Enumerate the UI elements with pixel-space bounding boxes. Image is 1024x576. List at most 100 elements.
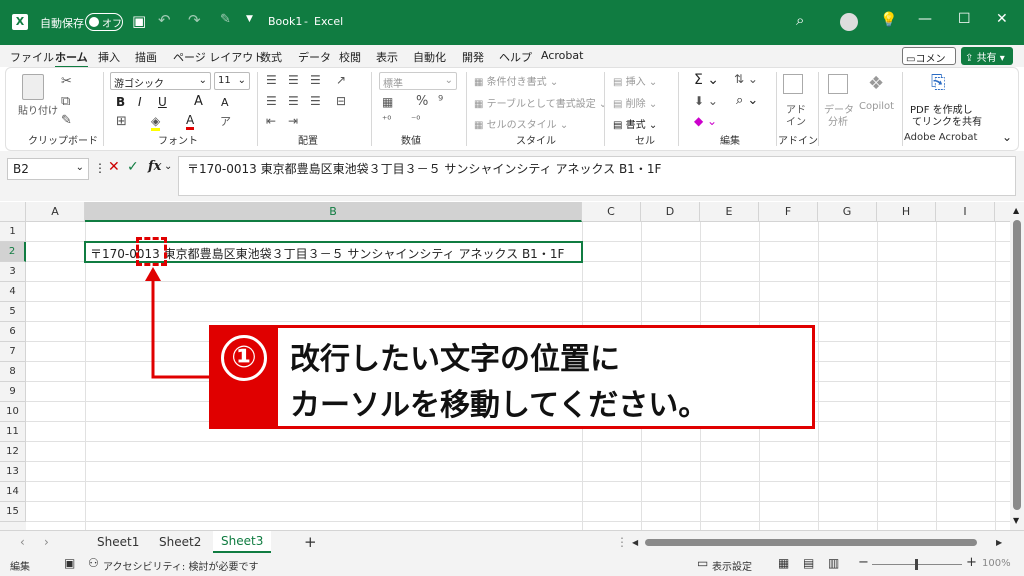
- select-all-corner[interactable]: [0, 202, 26, 222]
- add-sheet-button[interactable]: +: [304, 533, 317, 551]
- undo-icon[interactable]: ↶: [158, 11, 171, 29]
- tab-insert[interactable]: 挿入: [98, 49, 120, 65]
- decrease-decimal-icon[interactable]: ⁻⁰: [411, 115, 420, 126]
- align-middle-icon[interactable]: ☰: [288, 73, 299, 87]
- indent-decrease-icon[interactable]: ⇤: [266, 114, 276, 128]
- column-header-h[interactable]: H: [877, 202, 936, 222]
- column-header-a[interactable]: A: [26, 202, 85, 222]
- cell-style-button[interactable]: ▦ セルのスタイル ⌄: [474, 116, 568, 131]
- fill-icon[interactable]: ⬇ ⌄: [694, 94, 718, 108]
- zoom-out-icon[interactable]: −: [858, 555, 869, 570]
- avatar[interactable]: [840, 13, 858, 31]
- customize-qa-icon[interactable]: ▼: [246, 14, 253, 24]
- align-bottom-icon[interactable]: ☰: [310, 73, 321, 87]
- underline-button[interactable]: U: [158, 95, 167, 109]
- insert-function-chevron-icon[interactable]: ⌄: [164, 161, 172, 172]
- display-settings-icon[interactable]: ▭: [697, 556, 708, 570]
- horizontal-scrollbar[interactable]: [645, 539, 977, 546]
- row-header[interactable]: 10: [0, 402, 26, 422]
- ribbon-collapse-icon[interactable]: ⌄: [1002, 130, 1012, 144]
- accessibility-status[interactable]: アクセシビリティ: 検討が必要です: [103, 558, 258, 573]
- copilot-icon[interactable]: ❖: [868, 73, 884, 94]
- zoom-slider[interactable]: [872, 559, 962, 570]
- zoom-in-icon[interactable]: +: [966, 555, 977, 570]
- scroll-thumb[interactable]: [1013, 220, 1021, 510]
- format-painter-qa-icon[interactable]: ✎: [220, 12, 231, 27]
- save-icon[interactable]: ▣: [132, 12, 146, 30]
- comma-icon[interactable]: ⁹: [438, 94, 443, 109]
- redo-icon[interactable]: ↷: [188, 11, 201, 29]
- row-header[interactable]: 13: [0, 462, 26, 482]
- zoom-level[interactable]: 100%: [982, 558, 1011, 569]
- insert-cells-button[interactable]: ▤ 挿入 ⌄: [613, 73, 657, 88]
- row-header[interactable]: 2: [0, 242, 26, 262]
- insert-function-icon[interactable]: fx: [148, 159, 161, 174]
- minimize-icon[interactable]: —: [918, 11, 932, 27]
- next-sheet-icon[interactable]: ›: [44, 535, 49, 549]
- row-header[interactable]: 11: [0, 422, 26, 442]
- row-header[interactable]: 8: [0, 362, 26, 382]
- cancel-entry-icon[interactable]: ✕: [108, 159, 120, 175]
- fill-color-icon[interactable]: ◈: [151, 114, 161, 131]
- copy-icon[interactable]: ⧉: [61, 94, 70, 109]
- copilot-label[interactable]: Copilot: [859, 101, 894, 112]
- phonetic-icon[interactable]: ア: [220, 113, 231, 129]
- align-left-icon[interactable]: ☰: [266, 94, 277, 108]
- font-shrink-button[interactable]: A: [221, 96, 229, 109]
- close-icon[interactable]: ✕: [996, 11, 1008, 27]
- addins-icon[interactable]: [783, 74, 803, 94]
- share-button[interactable]: ⇪ 共有 ▾: [961, 47, 1013, 65]
- find-icon[interactable]: ⌕ ⌄: [736, 93, 758, 108]
- border-icon[interactable]: ⊞: [116, 114, 127, 129]
- tab-page-layout[interactable]: ページ レイアウト: [173, 49, 264, 65]
- column-header-c[interactable]: C: [582, 202, 641, 222]
- currency-icon[interactable]: ▦: [382, 95, 393, 109]
- table-format-button[interactable]: ▦ テーブルとして書式設定 ⌄: [474, 95, 607, 110]
- align-top-icon[interactable]: ☰: [266, 73, 277, 87]
- align-right-icon[interactable]: ☰: [310, 94, 321, 108]
- scroll-down-icon[interactable]: ▼: [1013, 516, 1019, 525]
- hscroll-left-icon[interactable]: ◀: [632, 538, 638, 547]
- maximize-icon[interactable]: ☐: [958, 11, 971, 27]
- data-analysis-label-2[interactable]: 分析: [828, 113, 848, 128]
- page-break-view-icon[interactable]: ▥: [828, 556, 839, 570]
- align-center-icon[interactable]: ☰: [288, 94, 299, 108]
- tab-data[interactable]: データ: [298, 49, 331, 65]
- tab-file[interactable]: ファイル: [10, 49, 54, 65]
- increase-decimal-icon[interactable]: ⁺⁰: [382, 115, 391, 126]
- row-header[interactable]: 7: [0, 342, 26, 362]
- autosave-toggle[interactable]: オフ: [85, 13, 123, 31]
- column-header-d[interactable]: D: [641, 202, 700, 222]
- vertical-scrollbar[interactable]: ▲ ▼: [1010, 202, 1024, 530]
- formula-input[interactable]: 〒170-0013 東京都豊島区東池袋３丁目３－５ サンシャインシティ アネック…: [178, 156, 1016, 196]
- pdf-icon[interactable]: ⎘: [931, 72, 945, 93]
- italic-button[interactable]: I: [138, 95, 142, 109]
- conditional-format-button[interactable]: ▦ 条件付き書式 ⌄: [474, 73, 558, 88]
- row-header[interactable]: 12: [0, 442, 26, 462]
- row-header[interactable]: 5: [0, 302, 26, 322]
- tab-developer[interactable]: 開発: [462, 49, 484, 65]
- row-header[interactable]: 1: [0, 222, 26, 242]
- autosum-icon[interactable]: Σ ⌄: [694, 72, 719, 88]
- scroll-up-icon[interactable]: ▲: [1013, 206, 1019, 215]
- cut-icon[interactable]: ✂: [61, 74, 72, 89]
- indent-increase-icon[interactable]: ⇥: [288, 114, 298, 128]
- format-painter-icon[interactable]: ✎: [61, 113, 72, 128]
- tab-acrobat[interactable]: Acrobat: [541, 49, 583, 62]
- pdf-label-2[interactable]: てリンクを共有: [912, 113, 982, 128]
- macro-icon[interactable]: ▣: [64, 556, 75, 570]
- formula-bar-more-icon[interactable]: ⋮: [94, 161, 106, 175]
- tab-automate[interactable]: 自動化: [413, 49, 446, 65]
- hscroll-right-icon[interactable]: ▶: [996, 538, 1002, 547]
- confirm-entry-icon[interactable]: ✓: [127, 159, 139, 175]
- paste-icon[interactable]: [22, 74, 44, 100]
- format-cells-button[interactable]: ▤ 書式 ⌄: [613, 116, 657, 131]
- sheet-tab-3[interactable]: Sheet3: [213, 531, 272, 553]
- font-size-select[interactable]: 11 ⌄: [214, 72, 250, 90]
- column-header-i[interactable]: I: [936, 202, 995, 222]
- comment-button[interactable]: ▭コメント: [902, 47, 956, 80]
- font-grow-button[interactable]: A: [194, 94, 203, 109]
- bold-button[interactable]: B: [116, 95, 125, 109]
- column-header-f[interactable]: F: [759, 202, 818, 222]
- normal-view-icon[interactable]: ▦: [778, 556, 789, 570]
